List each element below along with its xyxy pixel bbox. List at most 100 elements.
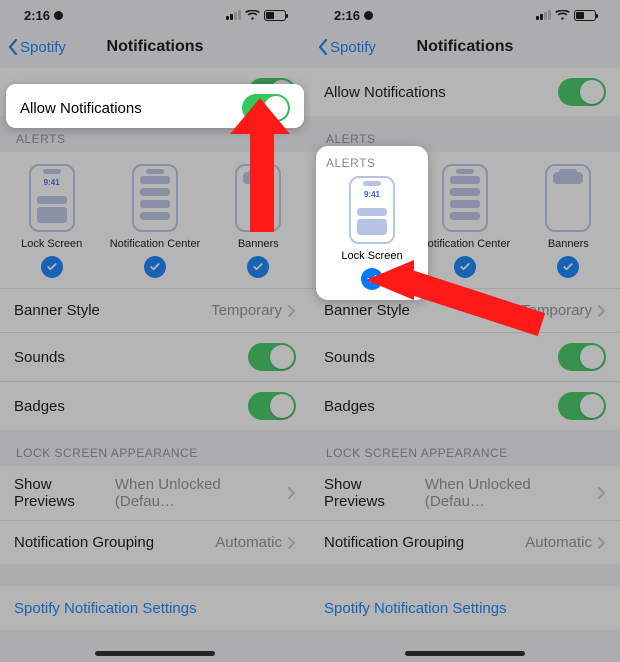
sounds-row[interactable]: Sounds [0,332,310,381]
back-label: Spotify [330,39,376,56]
badges-label: Badges [324,398,375,415]
chevron-right-icon [288,487,296,499]
back-button[interactable]: Spotify [318,26,376,68]
alert-option-lockscreen[interactable]: 9:41 Lock Screen [4,164,100,278]
grouping-row[interactable]: Notification Grouping Automatic [0,520,310,564]
alert-option-banners[interactable]: Banners [210,164,306,278]
nav-bar: Spotify Notifications [0,26,310,68]
banner-preview-icon [545,164,591,232]
banner-style-label: Banner Style [324,302,410,319]
sounds-label: Sounds [324,349,375,366]
back-button[interactable]: Spotify [8,26,66,68]
grouping-value: Automatic [525,534,592,551]
badges-row[interactable]: Badges [0,381,310,430]
chevron-right-icon [598,537,606,549]
status-time: 2:16 [334,8,360,23]
grouping-value: Automatic [215,534,282,551]
alert-option-nc[interactable]: Notification Center [417,164,513,278]
signal-icon [536,10,551,20]
alert-option-nc[interactable]: Notification Center [107,164,203,278]
show-previews-label: Show Previews [324,476,425,510]
grouping-row[interactable]: Notification Grouping Automatic [310,520,620,564]
badges-toggle[interactable] [248,392,296,420]
allow-notifications-row[interactable]: Allow Notifications [6,84,304,128]
section-appearance: LOCK SCREEN APPEARANCE [310,430,620,466]
screenshot-left: 2:16 Spotify Notifications Allow Notific… [0,0,310,662]
home-indicator[interactable] [95,651,215,656]
page-title: Notifications [417,38,514,56]
check-icon[interactable] [361,268,383,290]
grouping-label: Notification Grouping [14,534,154,551]
wifi-icon [245,10,260,21]
show-previews-label: Show Previews [14,476,115,510]
battery-icon [574,10,596,21]
allow-notifications-toggle[interactable] [558,78,606,106]
section-alerts: ALERTS [316,152,428,176]
allow-notifications-row[interactable]: Allow Notifications [310,68,620,116]
allow-notifications-label: Allow Notifications [20,100,142,117]
alert-label-nc: Notification Center [110,238,201,250]
alert-label-lock: Lock Screen [341,250,402,262]
allow-notifications-toggle[interactable] [242,94,290,122]
banner-preview-icon [235,164,281,232]
status-bar: 2:16 [310,0,620,26]
badges-row[interactable]: Badges [310,381,620,430]
chevron-left-icon [8,39,18,55]
alert-label-lock: Lock Screen [21,238,82,250]
banner-style-value: Temporary [211,302,282,319]
wifi-icon [555,10,570,21]
chevron-right-icon [288,305,296,317]
sounds-toggle[interactable] [248,343,296,371]
app-settings-label: Spotify Notification Settings [324,600,507,617]
check-icon[interactable] [41,256,63,278]
check-icon[interactable] [454,256,476,278]
banner-style-row[interactable]: Banner Style Temporary [0,288,310,332]
nc-preview-icon [442,164,488,232]
signal-icon [226,10,241,20]
check-icon[interactable] [247,256,269,278]
check-icon[interactable] [144,256,166,278]
alerts-box: 9:41 Lock Screen Notification Center Ban… [0,152,310,288]
home-indicator[interactable] [405,651,525,656]
back-label: Spotify [20,39,66,56]
badges-toggle[interactable] [558,392,606,420]
alert-option-banners[interactable]: Banners [520,164,616,278]
lockscreen-preview-icon: 9:41 [349,176,395,244]
show-previews-value: When Unlocked (Defau… [115,476,282,510]
allow-notifications-label: Allow Notifications [324,84,446,101]
chevron-right-icon [288,537,296,549]
sounds-toggle[interactable] [558,343,606,371]
lockscreen-preview-icon: 9:41 [29,164,75,232]
screenshot-right: 2:16 Spotify Notifications Allow Notific… [310,0,620,662]
nc-preview-icon [132,164,178,232]
alert-option-lockscreen[interactable]: 9:41 Lock Screen [316,176,428,290]
show-previews-row[interactable]: Show Previews When Unlocked (Defau… [310,466,620,520]
page-title: Notifications [107,38,204,56]
app-notification-settings-row[interactable]: Spotify Notification Settings [310,586,620,630]
highlight-allow-notifications: Allow Notifications [6,84,304,128]
alert-label-banners: Banners [548,238,589,250]
nav-bar: Spotify Notifications [310,26,620,68]
show-previews-row[interactable]: Show Previews When Unlocked (Defau… [0,466,310,520]
banner-style-label: Banner Style [14,302,100,319]
app-settings-label: Spotify Notification Settings [14,600,197,617]
sounds-row[interactable]: Sounds [310,332,620,381]
alert-label-nc: Notification Center [420,238,511,250]
alert-label-banners: Banners [238,238,279,250]
battery-icon [264,10,286,21]
status-time: 2:16 [24,8,50,23]
check-icon[interactable] [557,256,579,278]
camera-indicator-icon [364,11,373,20]
section-appearance: LOCK SCREEN APPEARANCE [0,430,310,466]
camera-indicator-icon [54,11,63,20]
show-previews-value: When Unlocked (Defau… [425,476,592,510]
highlight-lockscreen-option: ALERTS 9:41 Lock Screen [316,146,428,300]
chevron-right-icon [598,487,606,499]
chevron-right-icon [598,305,606,317]
chevron-left-icon [318,39,328,55]
status-bar: 2:16 [0,0,310,26]
badges-label: Badges [14,398,65,415]
sounds-label: Sounds [14,349,65,366]
app-notification-settings-row[interactable]: Spotify Notification Settings [0,586,310,630]
grouping-label: Notification Grouping [324,534,464,551]
